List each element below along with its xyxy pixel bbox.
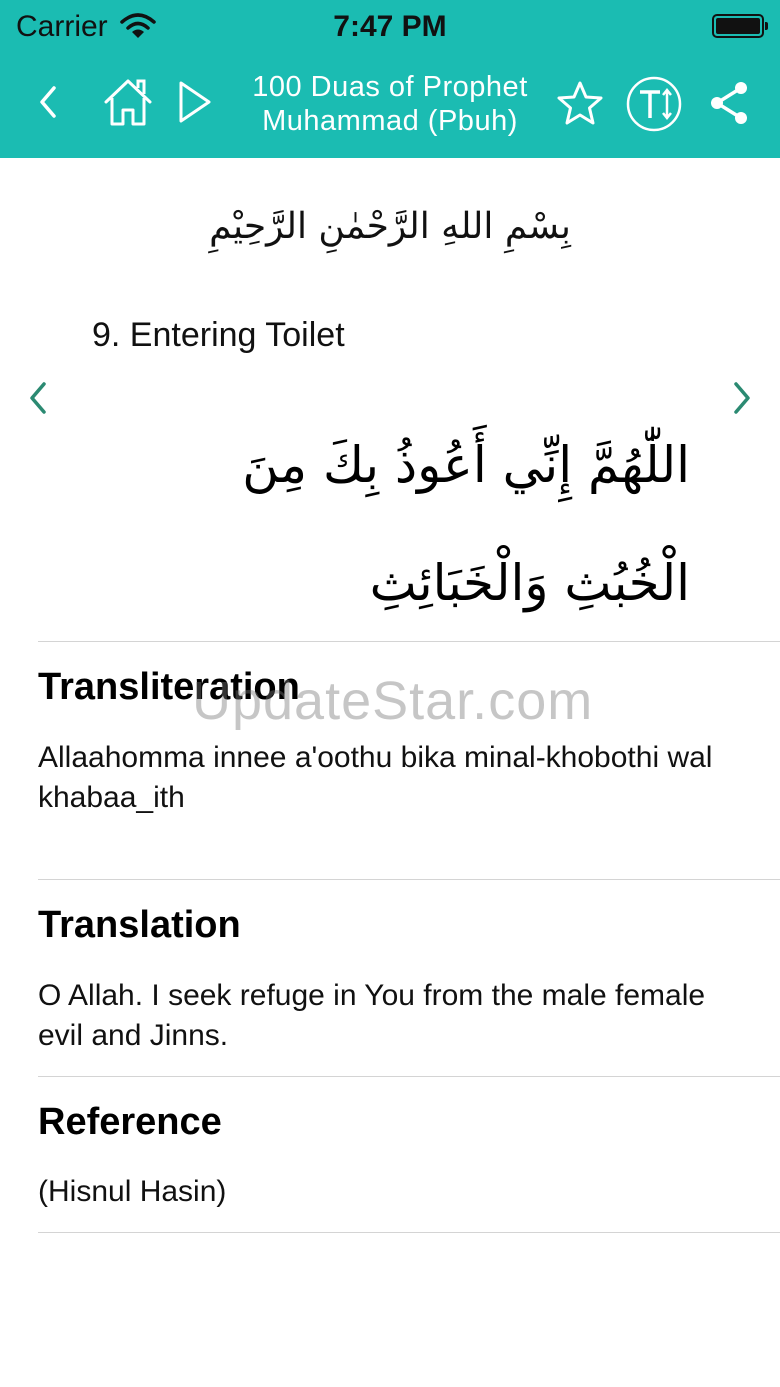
- divider: [38, 1076, 780, 1077]
- watermark: UpdateStar.com: [192, 671, 594, 731]
- page-title: 100 Duas of Prophet Muhammad (Pbuh): [230, 70, 550, 138]
- arabic-line-2: الْخُبُثِ وَالْخَبَائِثِ: [369, 554, 690, 612]
- status-time: 7:47 PM: [333, 10, 447, 43]
- translation-heading: Translation: [38, 904, 241, 946]
- title-line-1: 100 Duas of Prophet: [252, 71, 528, 103]
- bismillah-calligraphy: بِسْمِ اللهِ الرَّحْمٰنِ الرَّحِيْمِ: [209, 206, 571, 247]
- status-bar: Carrier 7:47 PM: [0, 0, 780, 54]
- back-chevron-icon[interactable]: [30, 80, 66, 124]
- battery-icon: [712, 14, 768, 38]
- arabic-line-1: اللّٰهُمَّ إِنِّي أَعُوذُ بِكَ مِنَ: [242, 436, 690, 494]
- transliteration-text: Allaahomma innee a'oothu bika minal-khob…: [38, 741, 713, 814]
- nav-header: Carrier 7:47 PM 100 Duas of Prophet Muha…: [0, 0, 780, 158]
- dua-arabic-text: اللّٰهُمَّ إِنِّي أَعُوذُ بِكَ مِنَ الْخ…: [110, 406, 690, 642]
- divider: [38, 641, 780, 642]
- home-icon[interactable]: [100, 74, 156, 130]
- dua-title: 9. Entering Toilet: [92, 316, 345, 354]
- divider: [38, 1232, 780, 1233]
- text-size-icon[interactable]: [624, 74, 684, 134]
- reference-text: (Hisnul Hasin): [38, 1175, 227, 1208]
- play-icon[interactable]: [172, 78, 216, 126]
- share-icon[interactable]: [706, 78, 752, 128]
- translation-text: O Allah. I seek refuge in You from the m…: [38, 979, 706, 1052]
- previous-dua-chevron-icon[interactable]: [24, 378, 52, 423]
- next-dua-chevron-icon[interactable]: [728, 378, 756, 423]
- reference-heading: Reference: [38, 1101, 222, 1143]
- title-line-2: Muhammad (Pbuh): [262, 105, 518, 137]
- star-icon[interactable]: [554, 78, 606, 130]
- divider: [38, 879, 780, 880]
